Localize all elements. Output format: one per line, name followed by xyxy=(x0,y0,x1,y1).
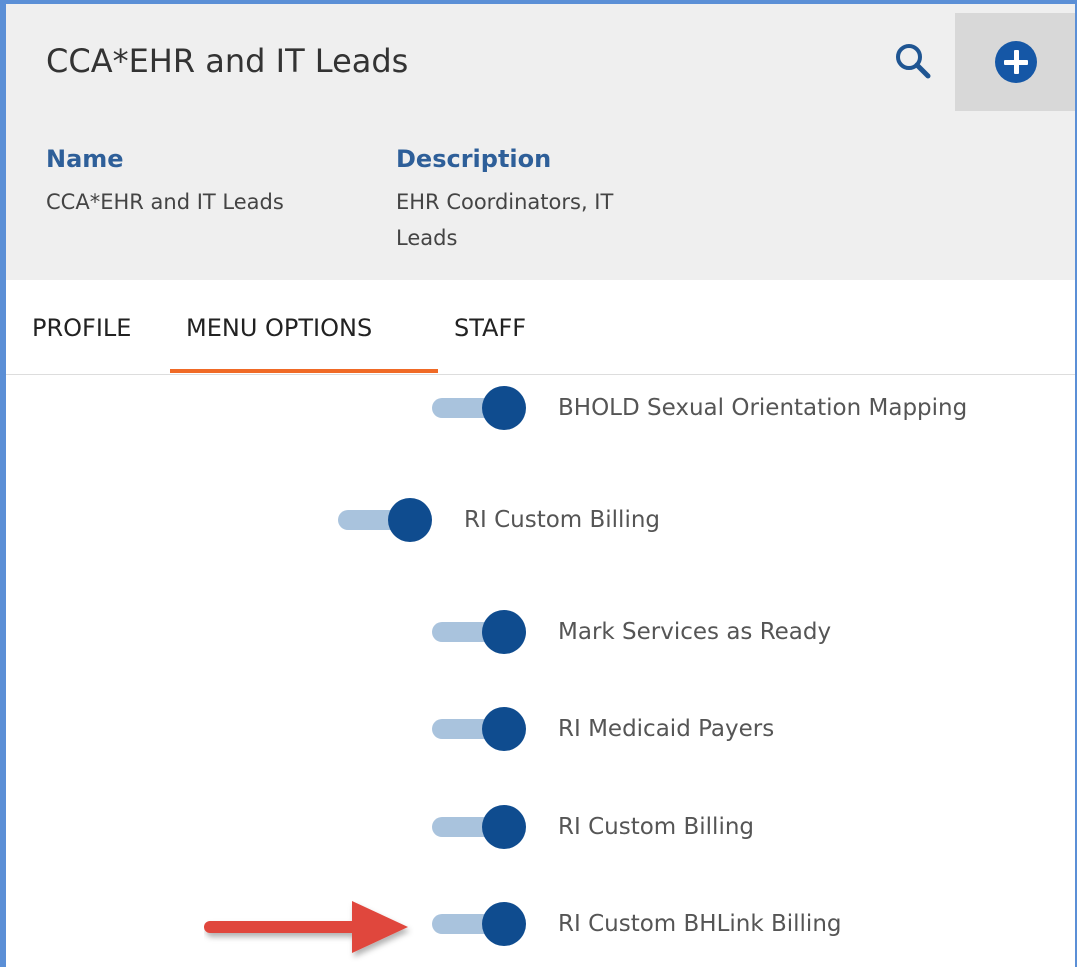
group-header: CCA*EHR and IT Leads Name CCA*EHR and IT… xyxy=(6,4,1075,280)
menu-option-toggle[interactable] xyxy=(432,899,526,949)
toggle-knob xyxy=(388,498,432,542)
tab-staff[interactable]: STAFF xyxy=(454,314,526,342)
active-tab-indicator xyxy=(170,369,438,373)
menu-option-toggle[interactable] xyxy=(338,495,432,545)
app-window: CCA*EHR and IT Leads Name CCA*EHR and IT… xyxy=(0,0,1077,967)
list-item: BHOLD Sexual Orientation Mapping xyxy=(432,383,967,433)
toggle-knob xyxy=(482,386,526,430)
name-label: Name xyxy=(46,145,124,173)
menu-option-label: RI Medicaid Payers xyxy=(558,716,775,742)
name-value: CCA*EHR and IT Leads xyxy=(46,190,284,214)
search-icon xyxy=(896,44,931,79)
menu-option-toggle[interactable] xyxy=(432,704,526,754)
tab-bar: PROFILE MENU OPTIONS STAFF xyxy=(6,280,1075,375)
toggle-knob xyxy=(482,902,526,946)
menu-option-label: BHOLD Sexual Orientation Mapping xyxy=(558,395,968,421)
page-title: CCA*EHR and IT Leads xyxy=(46,42,409,80)
menu-option-toggle[interactable] xyxy=(432,607,526,657)
toggle-knob xyxy=(482,805,526,849)
tab-profile[interactable]: PROFILE xyxy=(32,314,131,342)
menu-option-toggle[interactable] xyxy=(432,802,526,852)
description-value: EHR Coordinators, IT Leads xyxy=(396,190,614,250)
add-button[interactable] xyxy=(955,13,1075,111)
menu-option-toggle[interactable] xyxy=(432,383,526,433)
list-item: RI Custom Billing xyxy=(338,495,660,545)
menu-option-label: RI Custom BHLink Billing xyxy=(558,911,842,937)
search-button[interactable] xyxy=(886,34,940,88)
toggle-knob xyxy=(482,610,526,654)
list-item: Mark Services as Ready xyxy=(432,607,831,657)
list-item: RI Custom Billing xyxy=(432,802,754,852)
menu-option-label: RI Custom Billing xyxy=(558,814,755,840)
tab-menu-options[interactable]: MENU OPTIONS xyxy=(186,314,372,342)
plus-circle-icon xyxy=(995,41,1037,83)
description-label: Description xyxy=(396,145,552,173)
annotation-arrow-icon xyxy=(204,901,408,953)
list-item: RI Custom BHLink Billing xyxy=(432,899,842,949)
menu-option-label: Mark Services as Ready xyxy=(558,619,832,645)
list-item: RI Medicaid Payers xyxy=(432,704,774,754)
toggle-knob xyxy=(482,707,526,751)
menu-option-label: RI Custom Billing xyxy=(464,507,661,533)
